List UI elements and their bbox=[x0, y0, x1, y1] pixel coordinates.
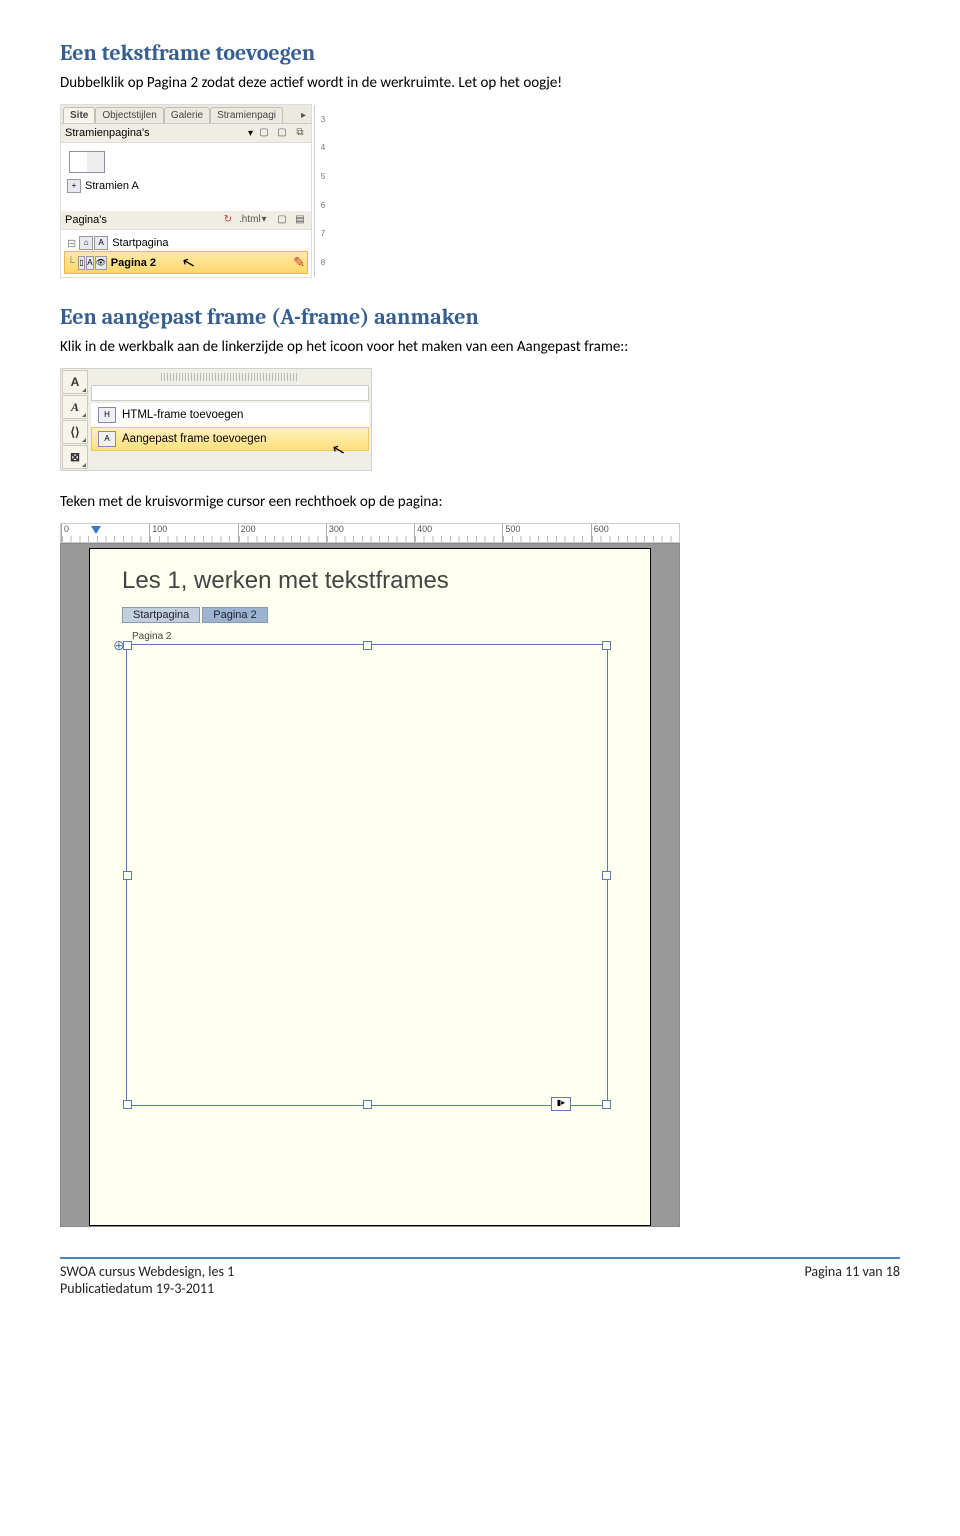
screenshot-frame-flyout: A A ⟨⟩ ⊠ H HTML-frame toevoegen A Aangep… bbox=[60, 368, 372, 471]
tab-site[interactable]: Site bbox=[63, 107, 95, 123]
paginas-tree: ⊟ ⌂ A Startpagina └ ▯ A 👁 Pagina 2 ✎ ↖ bbox=[61, 230, 311, 277]
screenshot-site-panel: Site Objectstijlen Galerie Stramienpagi … bbox=[60, 104, 312, 278]
paginas-header: Pagina's ↻ .html ▾ ▢ ▤ bbox=[61, 211, 311, 230]
heading-aframe: Een aangepast frame (A-frame) aanmaken bbox=[60, 304, 900, 330]
screenshot-canvas: 0 100 200 300 400 500 600 Les 1, werken … bbox=[60, 523, 680, 1227]
footer-course: SWOA cursus Webdesign, les 1 bbox=[60, 1263, 234, 1280]
flyout-aangepast-label: Aangepast frame toevoegen bbox=[122, 433, 267, 445]
vertical-ruler: 3 4 5 6 7 8 bbox=[314, 105, 331, 277]
crumb-pagina2[interactable]: Pagina 2 bbox=[202, 607, 267, 623]
eye-icon: 👁 bbox=[95, 256, 107, 270]
tabs-scroll-icon[interactable]: ▸ bbox=[298, 110, 309, 121]
ruler-tick-500: 500 bbox=[502, 524, 590, 542]
crumb-startpagina[interactable]: Startpagina bbox=[122, 607, 200, 623]
document-title: Les 1, werken met tekstframes bbox=[122, 567, 618, 595]
home-icon: ⌂ bbox=[79, 236, 93, 250]
paginas-label: Pagina's bbox=[65, 214, 217, 226]
dropdown-icon[interactable]: ▾ bbox=[257, 213, 271, 227]
flyout-html-label: HTML-frame toevoegen bbox=[122, 409, 243, 421]
page-sheet: Les 1, werken met tekstframes Startpagin… bbox=[89, 548, 651, 1226]
handle-bottom-right[interactable] bbox=[602, 1100, 611, 1109]
ruler-tick-400: 400 bbox=[414, 524, 502, 542]
collapse-icon[interactable]: ▾ bbox=[248, 128, 253, 139]
refresh-icon[interactable]: ↻ bbox=[221, 213, 235, 227]
flyout-menu: H HTML-frame toevoegen A Aangepast frame… bbox=[89, 369, 371, 453]
page-footer: SWOA cursus Webdesign, les 1 Publicatied… bbox=[60, 1263, 900, 1297]
tab-galerie[interactable]: Galerie bbox=[164, 107, 210, 123]
handle-top-mid[interactable] bbox=[363, 641, 372, 650]
pagina2-label: Pagina 2 bbox=[111, 257, 156, 269]
ruler-tick-300: 300 bbox=[326, 524, 414, 542]
page-label: Pagina 2 bbox=[132, 631, 618, 642]
duplicate-icon[interactable]: ⧉ bbox=[293, 126, 307, 140]
ruler-tick-200: 200 bbox=[238, 524, 326, 542]
stramien-a-label: Stramien A bbox=[85, 180, 139, 192]
a-icon: A bbox=[94, 236, 108, 250]
html-frame-icon: H bbox=[98, 407, 116, 423]
drawn-frame-selection[interactable]: ⊕ ▮▸ bbox=[126, 644, 608, 1106]
para-klik-werkbalk: Klik in de werkbalk aan de linkerzijde o… bbox=[60, 338, 900, 356]
tool-image-frame[interactable]: ⊠ bbox=[62, 445, 88, 469]
stramien-thumb[interactable] bbox=[69, 151, 105, 173]
heading-textframe: Een tekstframe toevoegen bbox=[60, 40, 900, 66]
tool-artistic-a[interactable]: A bbox=[62, 395, 88, 419]
new-page2-icon[interactable]: ▢ bbox=[275, 126, 289, 140]
stramien-header: Stramienpagina's ▾ ▢ ▢ ⧉ bbox=[61, 124, 311, 143]
a2-icon: A bbox=[86, 256, 93, 270]
plus-icon: + bbox=[67, 179, 81, 193]
footer-page-number: Pagina 11 van 18 bbox=[804, 1263, 900, 1297]
aframe-icon: A bbox=[98, 431, 116, 447]
handle-bottom-mid[interactable] bbox=[363, 1100, 372, 1109]
options-icon[interactable]: ▤ bbox=[293, 213, 307, 227]
handle-bottom-left[interactable] bbox=[123, 1100, 132, 1109]
tab-objectstijlen[interactable]: Objectstijlen bbox=[95, 107, 163, 123]
stramien-tree: + Stramien A bbox=[61, 143, 311, 211]
new-page-icon[interactable]: ▢ bbox=[257, 126, 271, 140]
vertical-toolbar: A A ⟨⟩ ⊠ bbox=[61, 369, 87, 470]
handle-top-left[interactable] bbox=[123, 641, 132, 650]
ruler-tick-600: 600 bbox=[591, 524, 679, 542]
startpagina-label: Startpagina bbox=[112, 237, 168, 249]
page-row-startpagina[interactable]: ⊟ ⌂ A Startpagina bbox=[65, 234, 307, 252]
stramien-label: Stramienpagina's bbox=[65, 127, 244, 139]
footer-pubdate: Publicatiedatum 19-3-2011 bbox=[60, 1280, 234, 1297]
page-canvas[interactable]: Les 1, werken met tekstframes Startpagin… bbox=[60, 543, 680, 1227]
handle-mid-right[interactable] bbox=[602, 871, 611, 880]
nav-bar: Startpagina Pagina 2 bbox=[122, 607, 618, 623]
para-dubbelklik: Dubbelklik op Pagina 2 zodat deze actief… bbox=[60, 74, 900, 92]
tab-stramienpagina[interactable]: Stramienpagi bbox=[210, 107, 283, 123]
flyout-aangepast-frame[interactable]: A Aangepast frame toevoegen bbox=[91, 427, 369, 451]
stramien-a-item[interactable]: + Stramien A bbox=[65, 177, 307, 195]
ruler-mini bbox=[91, 385, 369, 401]
handle-mid-left[interactable] bbox=[123, 871, 132, 880]
page2-icon: ▯ bbox=[78, 256, 85, 270]
add-page-icon[interactable]: ▢ bbox=[275, 213, 289, 227]
tool-text-a[interactable]: A bbox=[62, 370, 88, 394]
ruler-tick-100: 100 bbox=[149, 524, 237, 542]
para-teken-cursor: Teken met de kruisvormige cursor een rec… bbox=[60, 493, 900, 511]
handle-top-right[interactable] bbox=[602, 641, 611, 650]
horizontal-ruler: 0 100 200 300 400 500 600 bbox=[60, 523, 680, 543]
html-label: .html bbox=[239, 213, 253, 227]
tool-html[interactable]: ⟨⟩ bbox=[62, 420, 88, 444]
gripper-icon[interactable] bbox=[161, 373, 299, 381]
ruler-tick-0: 0 bbox=[61, 524, 149, 542]
panel-tabs: Site Objectstijlen Galerie Stramienpagi … bbox=[61, 105, 311, 124]
footer-divider bbox=[60, 1257, 900, 1259]
overflow-icon[interactable]: ▮▸ bbox=[551, 1097, 571, 1111]
flyout-html-frame[interactable]: H HTML-frame toevoegen bbox=[91, 403, 369, 427]
